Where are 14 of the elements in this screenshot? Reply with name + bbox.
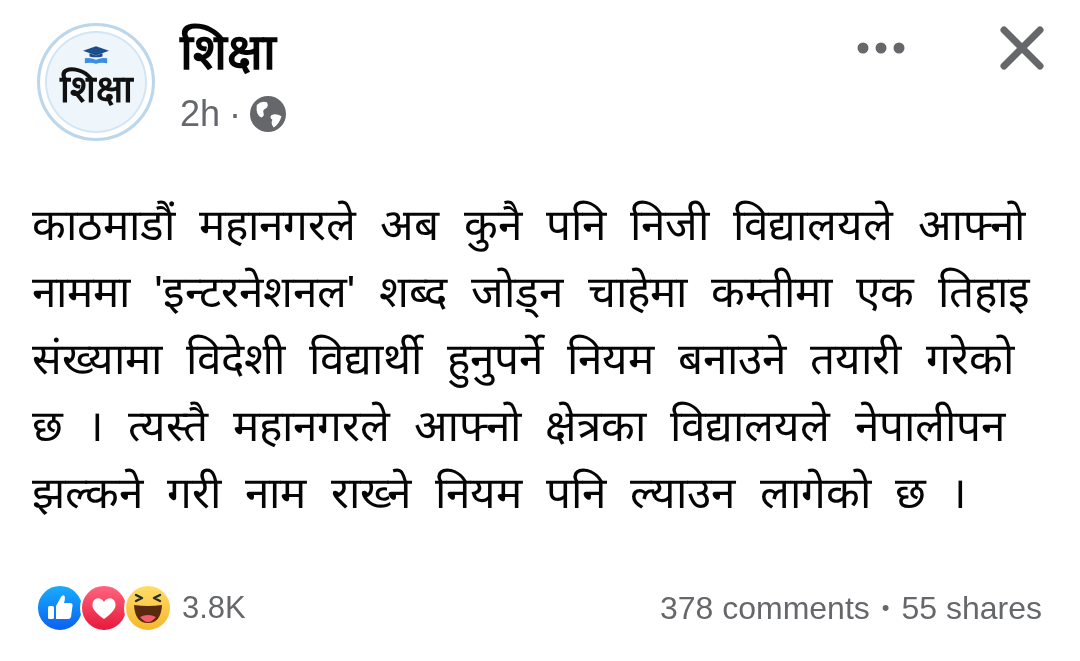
avatar-logo[interactable]: शिक्षा [37, 23, 155, 141]
comments-count[interactable]: 378 comments [659, 589, 870, 627]
shares-count[interactable]: 55 shares [901, 589, 1042, 627]
close-icon[interactable] [1000, 26, 1044, 70]
globe-icon [250, 96, 287, 132]
post-time[interactable]: 2h [180, 95, 221, 133]
avatar-text: शिक्षा [59, 66, 133, 112]
separator-dot: · [229, 95, 242, 133]
reaction-count[interactable]: 3.8K [182, 590, 246, 626]
separator-dot: • [881, 595, 890, 621]
more-options-icon[interactable] [857, 42, 905, 54]
post-text: काठमाडौं महानगरले अब कुनै पनि निजी विद्यालयले आफ्नो नाममा 'इन्टरनेशनल' शब्द जोड्न चाहेमा कम्तीमा एक तिहाइ संख्यामा विदेशी विद्यार्थी हुनुपर्ने नियम बनाउने तयारी गरेको छ । त्यस्तै महानगरले आफ्नो क्षेत्रका विद्यालयले नेपालीपन झल्कने गरी नाम राख्ने नियम पनि ल्याउन लागेको छ । [32, 199, 1032, 519]
author-name[interactable]: शिक्षा [180, 23, 287, 81]
graduation-cap-icon [83, 46, 109, 64]
